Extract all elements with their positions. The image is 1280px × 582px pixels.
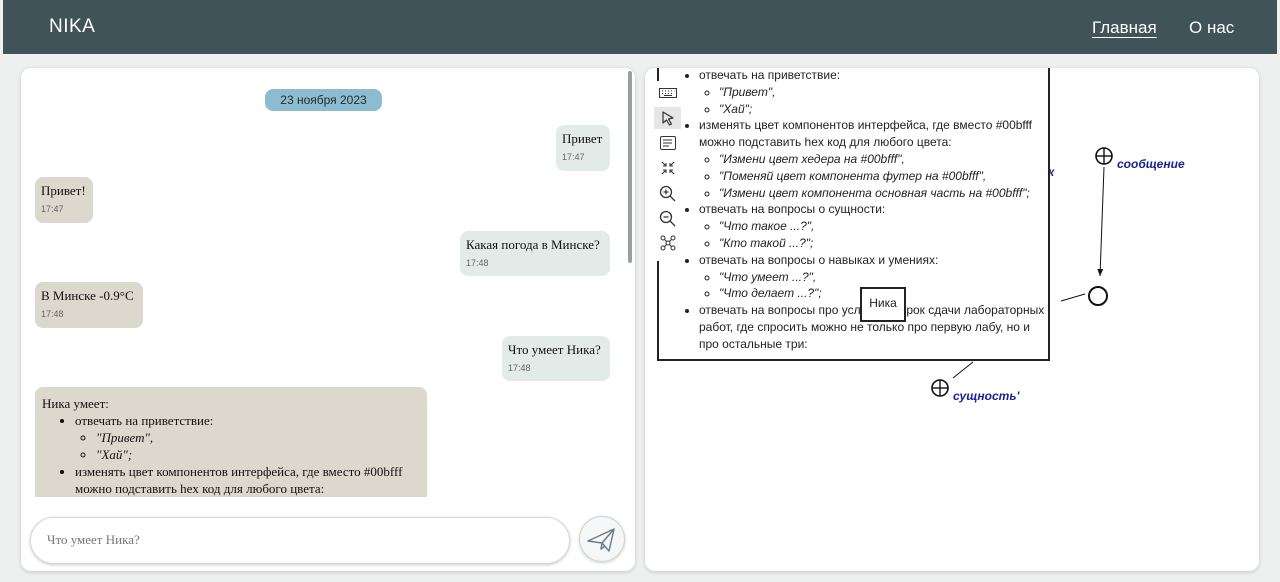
list-item: "Измени цвет компонента основная часть н…	[719, 185, 1048, 202]
node-content-popup: отвечать на приветствие: "Привет", "Хай"…	[657, 68, 1050, 361]
message-text: Какая погода в Минске?	[466, 237, 600, 252]
message-text: Привет!	[41, 183, 86, 198]
pointer-icon[interactable]	[654, 107, 681, 129]
list-item: изменять цвет компонентов интерфейса, гд…	[75, 463, 420, 497]
node-label-nika[interactable]: Ника	[860, 287, 906, 322]
message-input[interactable]	[47, 532, 547, 548]
nav-link-about[interactable]: О нас	[1189, 18, 1234, 38]
list-item: отвечать на вопросы о сущности: "Что так…	[699, 201, 1048, 252]
message-outgoing: Что умеет Ника? 17:48	[502, 336, 610, 381]
list-item: "Что умеет ...?",	[719, 269, 1048, 286]
message-outgoing: Какая погода в Минске? 17:48	[460, 231, 610, 276]
send-button[interactable]	[579, 516, 625, 562]
brand-logo[interactable]: NIKA	[49, 16, 95, 38]
date-separator: 23 ноября 2023	[265, 89, 382, 111]
graph-icon[interactable]	[654, 232, 681, 254]
message-input-wrapper	[30, 517, 570, 564]
message-text: Что умеет Ника?	[508, 342, 601, 357]
zoom-out-icon[interactable]	[654, 207, 681, 229]
message-text: Привет	[562, 131, 603, 146]
list-item: "Хай";	[96, 446, 420, 463]
globe-node-icon[interactable]	[1095, 147, 1113, 165]
globe-node-icon[interactable]	[931, 379, 949, 397]
message-incoming-long: Ника умеет: отвечать на приветствие: "Пр…	[35, 387, 427, 497]
graph-edge	[1097, 166, 1105, 277]
message-time: 17:48	[508, 363, 531, 373]
collapse-icon[interactable]	[654, 157, 681, 179]
message-time: 17:48	[41, 309, 64, 319]
graph-panel: сообщение сущность' к отвечать на привет…	[645, 68, 1259, 571]
node-label-message[interactable]: сообщение	[1117, 157, 1185, 171]
list-item: "Привет",	[719, 84, 1048, 101]
list-item: "Что такое ...?",	[719, 218, 1048, 235]
list-item: "Поменяй цвет компонента футер на #00bff…	[719, 168, 1048, 185]
skills-list: отвечать на приветствие: "Привет", "Хай"…	[75, 412, 420, 497]
node-label-entity[interactable]: сущность'	[953, 389, 1019, 403]
list-item: "Хай";	[719, 101, 1048, 118]
message-time: 17:48	[466, 258, 489, 268]
message-time: 17:47	[41, 204, 64, 214]
header: NIKA Главная О нас	[3, 0, 1277, 54]
message-time: 17:47	[562, 152, 585, 162]
chat-scrollbar[interactable]	[628, 71, 632, 263]
message-text: В Минске -0.9°C	[41, 288, 134, 303]
list-item: изменять цвет компонентов интерфейса, гд…	[699, 117, 1048, 202]
graph-toolbar	[654, 81, 681, 261]
keyboard-icon[interactable]	[654, 82, 681, 104]
message-incoming: В Минске -0.9°C 17:48	[35, 282, 143, 328]
list-item: "Привет",	[96, 429, 420, 446]
send-icon	[587, 528, 615, 552]
graph-edge	[1060, 293, 1086, 302]
list-item: "Кто такой ...?";	[719, 235, 1048, 252]
list-item: отвечать на приветствие: "Привет", "Хай"…	[75, 412, 420, 463]
message-text: Ника умеет:	[42, 396, 109, 411]
list-item: "Измени цвет хедера на #00bfff",	[719, 151, 1048, 168]
graph-edge	[952, 361, 974, 379]
zoom-in-icon[interactable]	[654, 182, 681, 204]
nav-link-main[interactable]: Главная	[1092, 18, 1157, 38]
text-icon[interactable]	[654, 132, 681, 154]
message-incoming: Привет! 17:47	[35, 177, 93, 223]
message-outgoing: Привет 17:47	[556, 125, 610, 171]
list-item: отвечать на приветствие: "Привет", "Хай"…	[699, 68, 1048, 118]
graph-node[interactable]	[1088, 286, 1108, 306]
chat-panel: 23 ноября 2023 Привет 17:47 Привет! 17:4…	[21, 68, 635, 571]
